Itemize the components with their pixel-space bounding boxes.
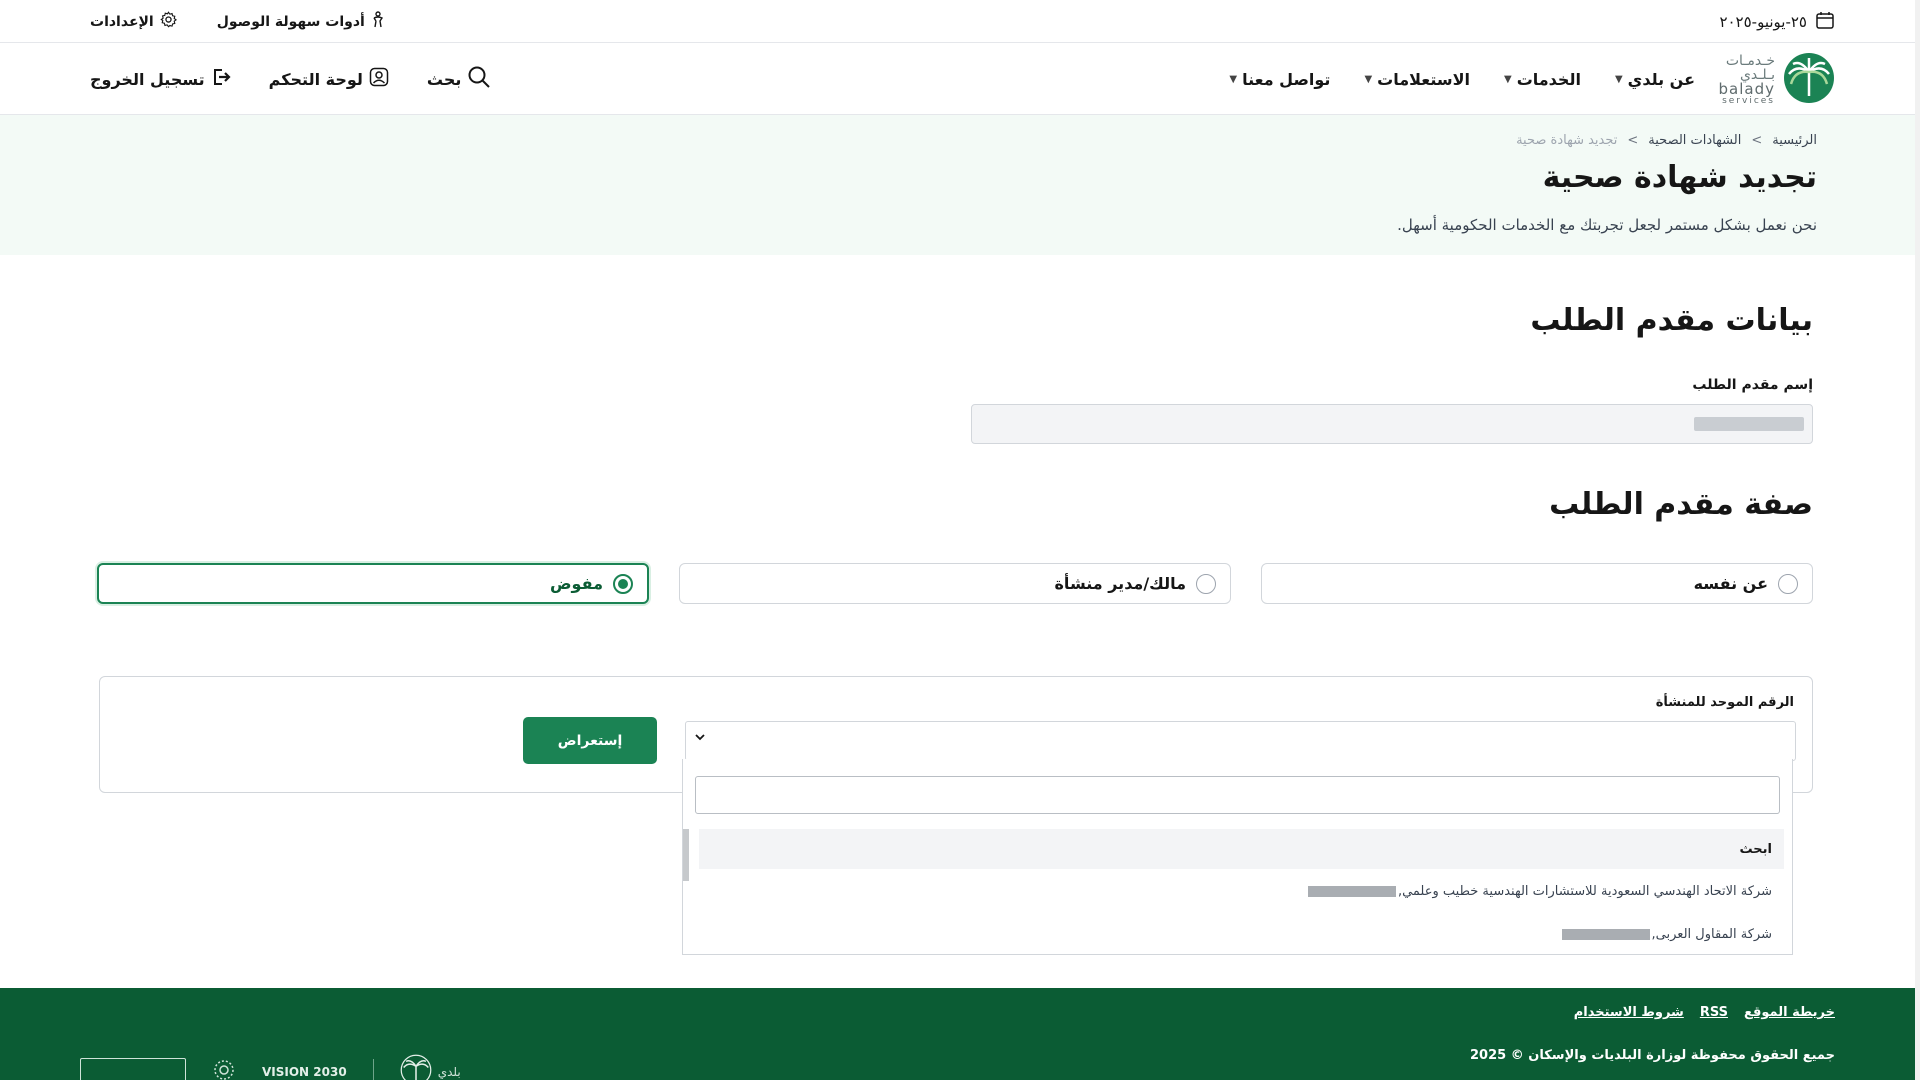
utility-tools: الإعدادات أدوات سهولة الوصول [90, 0, 385, 43]
review-button[interactable]: إستعراض [523, 717, 657, 764]
radio-button-selected[interactable] [613, 573, 633, 594]
radio-button[interactable] [1778, 573, 1798, 594]
chevron-down-icon: ▼ [1229, 73, 1238, 85]
redacted-name [1694, 417, 1804, 431]
chevron-down-icon: ▼ [1503, 73, 1512, 85]
radio-option-owner-manager[interactable]: مالك/مدير منشأة [679, 563, 1231, 604]
accessibility-icon [371, 10, 385, 33]
gear-icon [160, 11, 177, 32]
user-icon [369, 67, 389, 91]
nav-item-contact-label: تواصل معنا [1242, 69, 1331, 89]
page-scrollbar[interactable] [1915, 0, 1920, 1080]
nav-item-inquiries-label: الاستعلامات [1377, 69, 1470, 89]
dashboard-button[interactable]: لوحة التحكم [269, 67, 389, 91]
copyright-text: جميع الحقوق محفوظة لوزارة البلديات والإس… [1470, 1048, 1835, 1063]
nav-item-about-label: عن بلدي [1627, 69, 1695, 89]
logo-text-ar: خـدمـات بـلـدي [1725, 53, 1775, 83]
dropdown-option-label: ابحث [1739, 841, 1772, 857]
breadcrumb-health-certificates[interactable]: الشهادات الصحية [1648, 133, 1741, 148]
dropdown-option[interactable]: شركة المقاول العربى, [699, 914, 1784, 954]
registration-badge[interactable] [80, 1058, 186, 1080]
redacted-number [1307, 885, 1396, 897]
dropdown-search-input[interactable] [695, 776, 1780, 814]
search-icon [467, 65, 491, 93]
footer-link-rss[interactable]: RSS [1700, 1005, 1728, 1020]
radio-option-self[interactable]: عن نفسه [1261, 563, 1813, 604]
utility-bar: ٢٥-يونيو-٢٠٢٥ الإعدادات أدوات سهولة الوص… [0, 0, 1915, 43]
logout-icon [211, 68, 231, 90]
chevron-down-icon: ▼ [1614, 73, 1623, 85]
palm-logo-icon [1783, 52, 1835, 108]
applicant-name-field [971, 404, 1813, 444]
logo-text-en: balady [1718, 80, 1775, 98]
search-label: بحث [426, 69, 462, 89]
footer: خريطة الموقع RSS شروط الاستخدام جميع الح… [0, 988, 1915, 1080]
date-display: ٢٥-يونيو-٢٠٢٥ [1719, 0, 1835, 43]
logout-label: تسجيل الخروج [90, 69, 205, 89]
radio-option-delegate[interactable]: مفوض [97, 563, 649, 604]
breadcrumb-separator: > [1627, 133, 1639, 148]
nav-item-inquiries[interactable]: الاستعلامات ▼ [1364, 70, 1470, 89]
footer-link-terms[interactable]: شروط الاستخدام [1574, 1005, 1684, 1020]
footer-links: خريطة الموقع RSS شروط الاستخدام [1574, 1005, 1835, 1020]
applicant-name-label: إسم مقدم الطلب [1692, 377, 1813, 393]
nav-item-contact[interactable]: تواصل معنا ▼ [1229, 70, 1330, 89]
capacity-section-title: صفة مقدم الطلب [1549, 487, 1813, 522]
nav-item-services[interactable]: الخدمات ▼ [1504, 70, 1581, 89]
page-title: تجديد شهادة صحية [1542, 160, 1817, 195]
dashboard-label: لوحة التحكم [268, 69, 363, 89]
footer-logo-text: بلدي [437, 1065, 461, 1079]
redacted-number [1561, 928, 1650, 940]
breadcrumb-home[interactable]: الرئيسية [1772, 133, 1817, 148]
page-header: الرئيسية > الشهادات الصحية > تجديد شهادة… [0, 115, 1915, 255]
nav-item-about[interactable]: عن بلدي ▼ [1615, 70, 1695, 89]
page-subtitle: نحن نعمل بشكل مستمر لجعل تجربتك مع الخدم… [1397, 216, 1817, 234]
logo-text: خـدمـات بـلـدي balady services [1719, 54, 1775, 106]
unified-number-select[interactable] [685, 721, 1796, 761]
radio-option-self-label: عن نفسه [1693, 574, 1768, 593]
accessibility-tools-button[interactable]: أدوات سهولة الوصول [216, 10, 385, 33]
chevron-down-icon: ▼ [1364, 73, 1373, 85]
footer-balady-logo: بلدي [400, 1054, 461, 1080]
footer-link-sitemap[interactable]: خريطة الموقع [1744, 1005, 1835, 1020]
radio-option-delegate-label: مفوض [550, 574, 603, 593]
calendar-icon [1815, 10, 1835, 34]
palm-logo-icon [400, 1054, 432, 1080]
dropdown-option-label: شركة الاتحاد الهندسي السعودية للاستشارات… [1397, 883, 1772, 899]
footer-logos: VISION 2030 بلدي [80, 1054, 461, 1080]
logo-text-services: services [1722, 96, 1775, 106]
breadcrumb-current: تجديد شهادة صحية [1516, 133, 1618, 148]
unified-number-label: الرقم الموحد للمنشأة [1655, 695, 1794, 710]
nav-actions: تسجيل الخروج لوحة التحكم بحث [90, 43, 491, 115]
dropdown-option-label: شركة المقاول العربى, [1651, 926, 1772, 942]
applicant-section-title: بيانات مقدم الطلب [1530, 303, 1813, 338]
breadcrumb: الرئيسية > الشهادات الصحية > تجديد شهادة… [1516, 133, 1817, 148]
nav-item-services-label: الخدمات [1516, 69, 1581, 89]
settings-label: الإعدادات [90, 13, 154, 30]
search-button[interactable]: بحث [427, 65, 491, 93]
accessibility-label: أدوات سهولة الوصول [216, 13, 365, 30]
main-nav: خـدمـات بـلـدي balady services عن بلدي ▼… [0, 43, 1915, 115]
footer-divider [372, 1059, 374, 1080]
dropdown-scrollbar[interactable] [683, 829, 689, 881]
date-text: ٢٥-يونيو-٢٠٢٥ [1719, 12, 1807, 31]
vision-2030-logo: VISION 2030 [262, 1065, 347, 1079]
page: ٢٥-يونيو-٢٠٢٥ الإعدادات أدوات سهولة الوص… [0, 0, 1915, 1080]
radio-button[interactable] [1196, 573, 1216, 594]
balady-logo[interactable]: خـدمـات بـلـدي balady services [1719, 52, 1835, 108]
radio-option-owner-label: مالك/مدير منشأة [1054, 574, 1186, 593]
dropdown-option[interactable]: شركة الاتحاد الهندسي السعودية للاستشارات… [699, 871, 1784, 911]
breadcrumb-separator: > [1751, 133, 1763, 148]
unified-number-dropdown: ابحث شركة الاتحاد الهندسي السعودية للاست… [682, 759, 1793, 955]
chevron-down-icon [694, 731, 706, 747]
settings-button[interactable]: الإعدادات [90, 11, 177, 32]
dropdown-option-search[interactable]: ابحث [699, 829, 1784, 869]
emblem-icon [212, 1058, 236, 1080]
logout-button[interactable]: تسجيل الخروج [90, 68, 231, 90]
nav-menu: عن بلدي ▼ الخدمات ▼ الاستعلامات ▼ تواصل … [1229, 43, 1695, 115]
